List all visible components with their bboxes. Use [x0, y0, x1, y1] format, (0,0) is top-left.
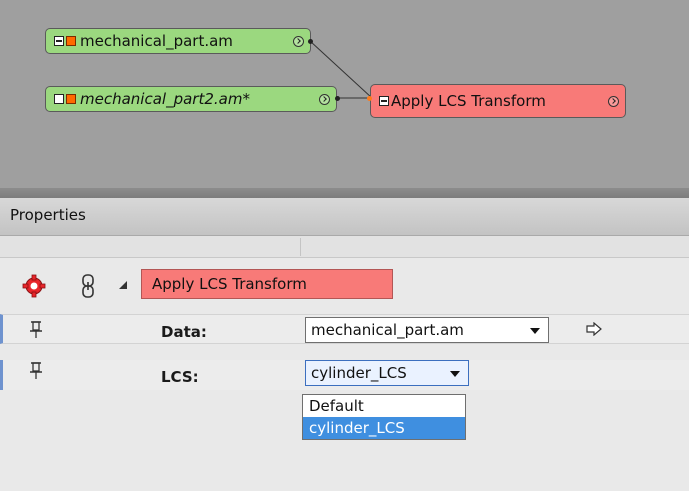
- dropdown-arrow-icon[interactable]: [530, 328, 540, 334]
- gear-icon[interactable]: [22, 274, 46, 298]
- output-connection-dot[interactable]: [335, 96, 340, 101]
- output-connection-dot[interactable]: [308, 39, 313, 44]
- lcs-option-default[interactable]: Default: [303, 395, 465, 417]
- splitter-bar[interactable]: [0, 188, 689, 198]
- property-label-data: Data:: [161, 323, 207, 341]
- compute-node-apply-lcs-transform[interactable]: Apply LCS Transform: [370, 84, 626, 118]
- empty-toggle-icon[interactable]: [54, 94, 64, 104]
- pin-icon[interactable]: [29, 362, 43, 380]
- lcs-select[interactable]: cylinder_LCS: [305, 360, 469, 386]
- module-name-field[interactable]: Apply LCS Transform: [141, 269, 393, 299]
- properties-titlebar: Properties: [0, 198, 689, 236]
- property-row-lcs: LCS: cylinder_LCS: [0, 360, 689, 390]
- lcs-dropdown-list[interactable]: Default cylinder_LCS: [302, 394, 466, 440]
- data-node-mechanical-part2[interactable]: mechanical_part2.am*: [45, 86, 337, 112]
- port-menu-icon[interactable]: [293, 35, 304, 47]
- column-separator[interactable]: [300, 238, 301, 256]
- pin-icon[interactable]: [29, 321, 43, 339]
- property-row-data: Data: mechanical_part.am: [0, 314, 689, 344]
- project-graph-view[interactable]: mechanical_part.am mechanical_part2.am* …: [0, 0, 689, 188]
- property-label-lcs: LCS:: [161, 368, 199, 386]
- node-label: mechanical_part2.am*: [80, 90, 250, 108]
- lcs-select-value: cylinder_LCS: [311, 364, 407, 382]
- port-menu-icon[interactable]: [319, 93, 330, 105]
- port-menu-icon[interactable]: [608, 95, 619, 107]
- input-connection-dot[interactable]: [367, 96, 372, 101]
- data-node-mechanical-part[interactable]: mechanical_part.am: [45, 28, 311, 54]
- lcs-option-cylinder-lcs[interactable]: cylinder_LCS: [303, 417, 465, 439]
- visibility-toggle-icon[interactable]: [66, 94, 76, 104]
- expand-triangle-icon[interactable]: [118, 280, 128, 290]
- node-label: mechanical_part.am: [80, 32, 233, 50]
- node-label: Apply LCS Transform: [391, 92, 546, 110]
- data-select[interactable]: mechanical_part.am: [305, 317, 549, 343]
- collapse-icon[interactable]: [54, 36, 64, 46]
- properties-column-header: [0, 236, 689, 258]
- chain-link-icon[interactable]: [81, 274, 95, 298]
- data-select-value: mechanical_part.am: [311, 321, 464, 339]
- collapse-icon[interactable]: [379, 96, 389, 106]
- dropdown-arrow-icon[interactable]: [450, 371, 460, 377]
- connect-arrow-icon[interactable]: [586, 322, 602, 336]
- visibility-toggle-icon[interactable]: [66, 36, 76, 46]
- properties-title: Properties: [10, 206, 86, 224]
